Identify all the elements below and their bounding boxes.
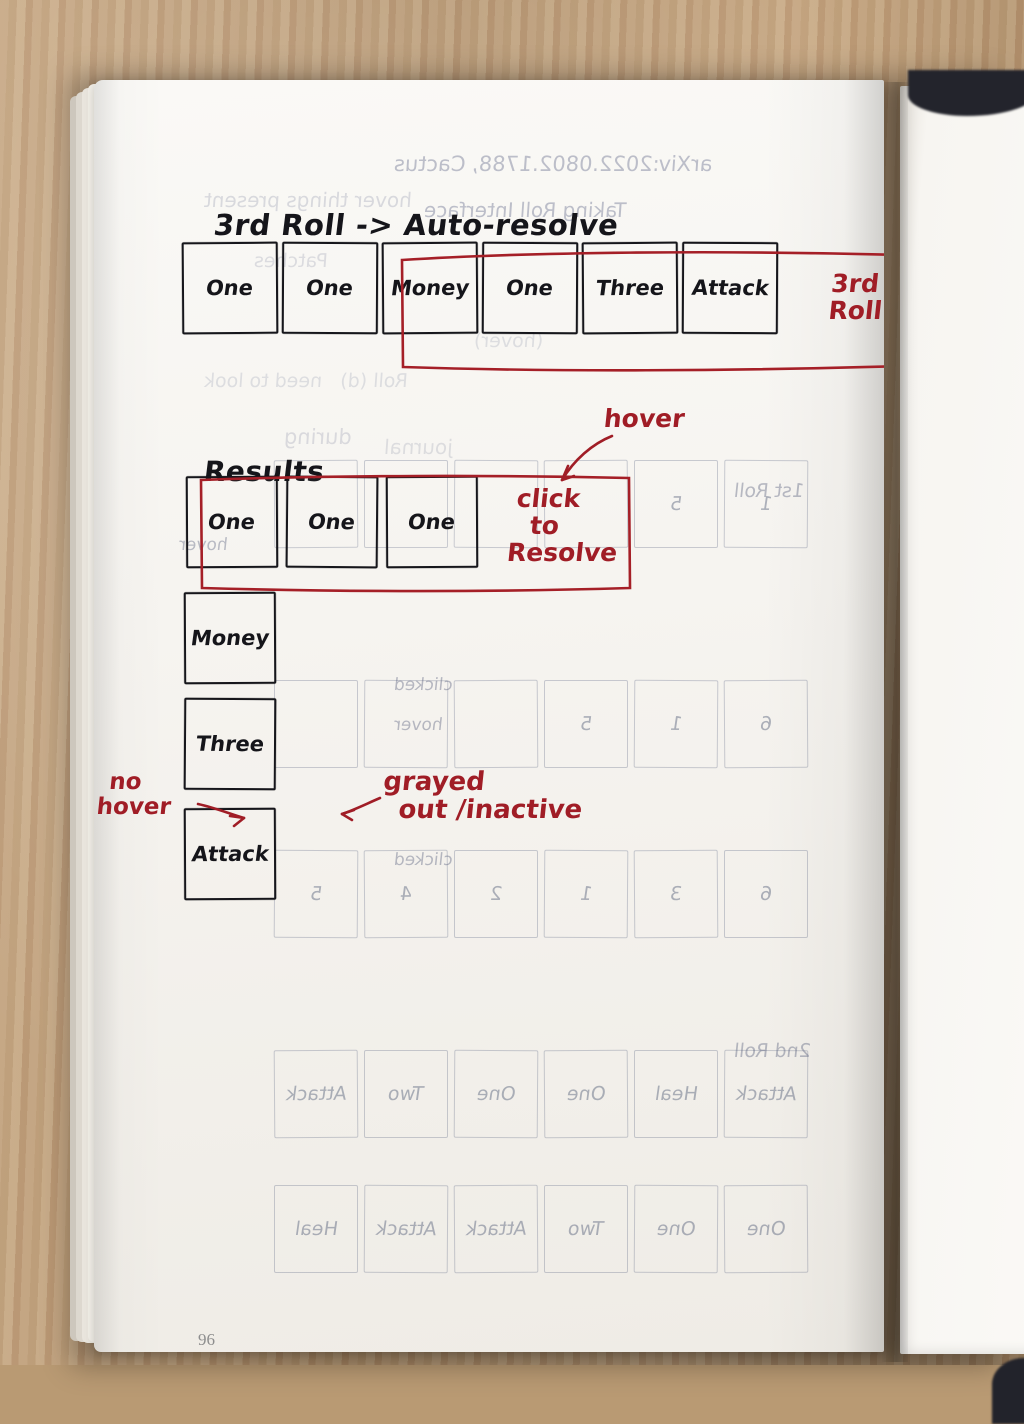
hover-label: hover	[602, 404, 687, 433]
bleedthrough-cell-label: Attack	[734, 1082, 798, 1106]
bleedthrough-cell-label: 5	[578, 713, 594, 735]
bleedthrough-cell: 3	[633, 849, 719, 939]
grayed-line-1: grayed	[381, 767, 487, 797]
bleedthrough-cell: 6	[723, 679, 809, 769]
bleedthrough-cell: Heal	[274, 1185, 358, 1273]
bleedthrough-top-extra-6: journal	[383, 435, 454, 459]
bleedthrough-cell: 2	[454, 850, 538, 938]
bleedthrough-cell-label: One	[565, 1082, 607, 1106]
bleedthrough-cell-label: One	[655, 1217, 697, 1241]
bleedthrough-cell: 5	[634, 460, 718, 548]
bleedthrough-cell	[453, 679, 539, 769]
bleedthrough-cell: One	[543, 1049, 629, 1139]
bleedthrough-cell-label: One	[745, 1217, 787, 1241]
bleedthrough-cell	[274, 680, 358, 768]
bleedthrough-cell: 6	[724, 850, 808, 938]
bleedthrough-cell: 1	[723, 459, 809, 549]
bleedthrough-cell-label: 1	[758, 492, 774, 516]
bleedthrough-cell-label: Attack	[374, 1217, 438, 1241]
bleedthrough-cell-label: Two	[566, 1218, 606, 1240]
bleedthrough-cell: Attack	[723, 1049, 809, 1139]
page-number: 96	[198, 1330, 215, 1349]
bleedthrough-top-extra-3: Roll (d) need to look	[203, 370, 409, 392]
bleedthrough-cell: 4	[363, 849, 449, 939]
bleedthrough-top-extra-5: during	[283, 425, 353, 449]
notebook-binding-bottom	[992, 1358, 1024, 1424]
bleedthrough-cell: 1	[633, 679, 719, 769]
bleedthrough-cell: Two	[544, 1185, 628, 1273]
page-title: 3rd Roll -> Auto-resolve	[211, 208, 621, 242]
hover-arrow-icon	[560, 434, 614, 482]
bleedthrough-cell: Two	[364, 1050, 448, 1138]
bleedthrough-cell-label: Attack	[284, 1082, 348, 1106]
bleedthrough-cell-label: Heal	[293, 1218, 339, 1240]
notebook: arXiv:2022.0802.1788, Cactus Taking Roll…	[62, 62, 1024, 1424]
box-label: One	[304, 275, 356, 301]
bleedthrough-cell-label: 3	[668, 882, 684, 906]
bleedthrough-cell-label: Two	[386, 1083, 426, 1105]
bleedthrough-cell-label: 4	[398, 882, 414, 906]
bleedthrough-cell: Attack	[453, 1184, 539, 1274]
bleedthrough-cell: Heal	[634, 1050, 718, 1138]
third-roll-label: 3rd Roll	[827, 269, 884, 325]
bleedthrough-cell	[363, 679, 449, 769]
click-to-resolve-callout: click to Resolve	[506, 484, 625, 567]
no-hover-line-1: no	[107, 769, 143, 795]
bleedthrough-cell: One	[723, 1184, 809, 1274]
bleedthrough-cell: One	[633, 1184, 719, 1274]
notebook-page: arXiv:2022.0802.1788, Cactus Taking Roll…	[94, 80, 884, 1352]
bleedthrough-cell-label: One	[475, 1082, 517, 1106]
callout-line-3: Resolve	[505, 538, 619, 567]
bleedthrough-cell: 5	[273, 849, 359, 939]
box-label: Three	[194, 731, 266, 757]
no-hover-line-2: hover	[95, 793, 173, 820]
grayed-out-label: grayed out /inactive	[379, 767, 587, 826]
result-column-box-1[interactable]: Three	[183, 697, 277, 791]
dice-box-0[interactable]: One	[181, 241, 279, 335]
dice-box-1[interactable]: One	[281, 241, 379, 335]
grayed-line-2: out /inactive	[396, 795, 584, 826]
bleedthrough-cell: 5	[544, 680, 628, 768]
box-label: Attack	[189, 841, 271, 867]
blank-facing-page	[900, 86, 1024, 1354]
bleedthrough-cell-label: 6	[758, 883, 774, 905]
bleedthrough-cell: 1	[543, 849, 629, 939]
no-hover-label: no hover	[95, 769, 174, 820]
bleedthrough-cell-label: 5	[668, 493, 684, 515]
bleedthrough-cell: One	[453, 1049, 539, 1139]
bleedthrough-cell-label: Heal	[653, 1083, 699, 1105]
bleedthrough-cell-label: 6	[758, 712, 774, 736]
bleedthrough-cell: Attack	[273, 1049, 359, 1139]
result-column-box-0[interactable]: Money	[183, 591, 277, 685]
bleedthrough-cell-label: 1	[668, 712, 684, 736]
bleedthrough-cell-label: 1	[578, 882, 594, 906]
bleedthrough-cell-label: Attack	[464, 1217, 528, 1241]
notebook-gutter	[882, 82, 908, 1362]
bleedthrough-cell: Attack	[363, 1184, 449, 1274]
third-roll-highlight-box	[400, 250, 884, 372]
bleedthrough-top-line-1: arXiv:2022.0802.1788, Cactus	[393, 152, 714, 176]
notebook-binding-top	[908, 70, 1024, 116]
box-label: Money	[189, 625, 271, 651]
bleedthrough-cell-label: 5	[308, 882, 324, 906]
box-label: One	[204, 275, 256, 301]
bleedthrough-cell-label: 2	[488, 883, 504, 905]
no-hover-arrow-icon	[196, 802, 246, 828]
callout-line-2: to	[528, 511, 561, 540]
